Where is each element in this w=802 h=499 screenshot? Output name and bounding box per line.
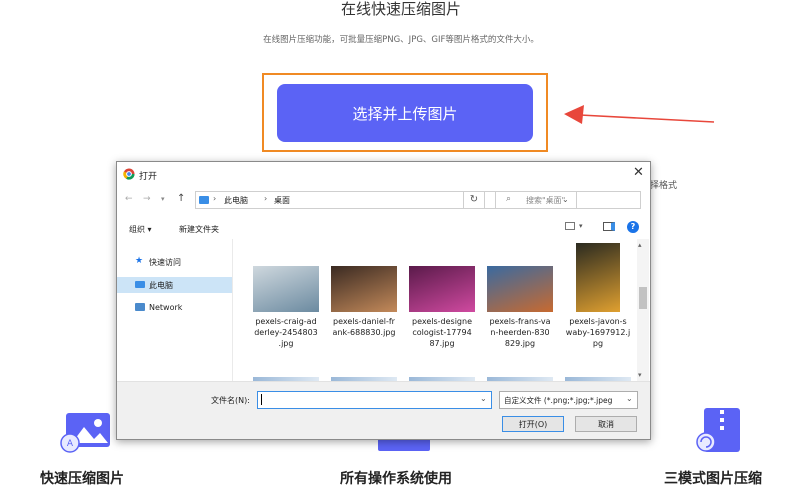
file-name: pexels-designe cologist-17794 87.jpg bbox=[411, 317, 472, 348]
open-button[interactable]: 打开(O) bbox=[502, 416, 564, 432]
open-file-dialog: 打开 ✕ ← → ▾ ↑ › 此电脑 › 桌面 ⌄ ↻ ⌕ 搜索"桌面" 组织 … bbox=[116, 161, 651, 440]
chevron-down-icon[interactable]: ▾ bbox=[579, 222, 583, 230]
path-item-pc[interactable]: 此电脑 bbox=[224, 195, 248, 206]
feature-label-os: 所有操作系统使用 bbox=[340, 471, 452, 487]
chevron-down-icon[interactable]: ▾ bbox=[161, 195, 165, 203]
computer-icon bbox=[135, 281, 145, 288]
file-thumbnail[interactable] bbox=[253, 266, 319, 312]
scroll-thumb[interactable] bbox=[639, 287, 647, 309]
filename-label: 文件名(N): bbox=[211, 396, 250, 405]
navigation-pane: ★ 快速访问 此电脑 Network bbox=[117, 239, 232, 381]
dialog-footer: 文件名(N): ⌄ 自定义文件 (*.png;*.jpg;*.jpeg ⌄ 打开… bbox=[117, 381, 650, 439]
nav-item-this-pc[interactable]: 此电脑 bbox=[149, 280, 173, 291]
side-text: 择格式 bbox=[650, 181, 678, 191]
file-thumbnail[interactable] bbox=[487, 266, 553, 312]
scroll-down-icon[interactable]: ▾ bbox=[638, 371, 642, 379]
search-input[interactable]: ⌕ 搜索"桌面" bbox=[495, 191, 641, 209]
up-arrow-icon[interactable]: ↑ bbox=[177, 193, 185, 204]
view-icon[interactable] bbox=[565, 222, 575, 230]
feature-label-fast: 快速压缩图片 bbox=[40, 471, 124, 487]
path-separator: › bbox=[213, 194, 217, 203]
help-icon[interactable]: ? bbox=[627, 221, 639, 233]
svg-text:A: A bbox=[67, 439, 74, 449]
chevron-down-icon[interactable]: ⌄ bbox=[626, 394, 633, 403]
page-title: 在线快速压缩图片 bbox=[340, 0, 461, 18]
organize-button[interactable]: 组织 ▾ bbox=[129, 224, 152, 235]
file-name: pexels-craig-ad derley-2454803 .jpg bbox=[254, 317, 318, 348]
scroll-up-icon[interactable]: ▴ bbox=[638, 241, 642, 249]
upload-button[interactable]: 选择并上传图片 bbox=[277, 84, 533, 142]
file-name: pexels-javon-s waby-1697912.j pg bbox=[565, 317, 631, 348]
text-caret bbox=[261, 394, 262, 405]
feature-label-modes: 三模式图片压缩 bbox=[664, 471, 762, 487]
page-subtitle: 在线图片压缩功能，可批量压缩PNG、JPG、GIF等图片格式的文件大小。 bbox=[263, 35, 539, 45]
vertical-scrollbar[interactable]: ▴ ▾ bbox=[637, 239, 649, 381]
path-separator: › bbox=[264, 194, 268, 203]
zip-icon bbox=[696, 408, 740, 452]
back-icon[interactable]: ← bbox=[125, 194, 133, 204]
filetype-select[interactable]: 自定义文件 (*.png;*.jpg;*.jpeg ⌄ bbox=[499, 391, 638, 409]
file-name: pexels-daniel-fr ank-688830.jpg bbox=[332, 317, 396, 337]
preview-pane-icon[interactable] bbox=[603, 222, 615, 231]
chrome-icon bbox=[123, 168, 135, 180]
filetype-value: 自定义文件 (*.png;*.jpg;*.jpeg bbox=[504, 396, 613, 405]
dialog-title: 打开 bbox=[139, 172, 158, 182]
file-list: pexels-craig-ad derley-2454803 .jpg pexel… bbox=[234, 239, 634, 381]
image-icon: A bbox=[60, 413, 110, 453]
search-placeholder: 搜索"桌面" bbox=[526, 196, 566, 205]
refresh-icon[interactable]: ↻ bbox=[463, 191, 485, 209]
nav-item-quick-access[interactable]: 快速访问 bbox=[149, 257, 181, 268]
monitor-icon bbox=[199, 196, 209, 204]
file-thumbnail[interactable] bbox=[409, 266, 475, 312]
nav-item-network[interactable]: Network bbox=[149, 303, 182, 312]
network-icon bbox=[135, 303, 145, 311]
file-thumbnail[interactable] bbox=[331, 266, 397, 312]
search-icon: ⌕ bbox=[506, 194, 512, 204]
file-thumbnail[interactable] bbox=[576, 243, 620, 312]
chevron-down-icon[interactable]: ⌄ bbox=[480, 394, 487, 403]
close-icon[interactable]: ✕ bbox=[633, 165, 644, 180]
new-folder-button[interactable]: 新建文件夹 bbox=[179, 224, 219, 235]
cancel-button[interactable]: 取消 bbox=[575, 416, 637, 432]
star-icon: ★ bbox=[135, 256, 144, 266]
path-item-desktop[interactable]: 桌面 bbox=[274, 195, 290, 206]
forward-icon[interactable]: → bbox=[143, 194, 151, 204]
filename-input[interactable]: ⌄ bbox=[257, 391, 492, 409]
red-arrow-icon bbox=[564, 105, 715, 124]
file-name: pexels-frans-va n-heerden-830 829.jpg bbox=[489, 317, 551, 348]
pane-divider bbox=[232, 239, 233, 381]
